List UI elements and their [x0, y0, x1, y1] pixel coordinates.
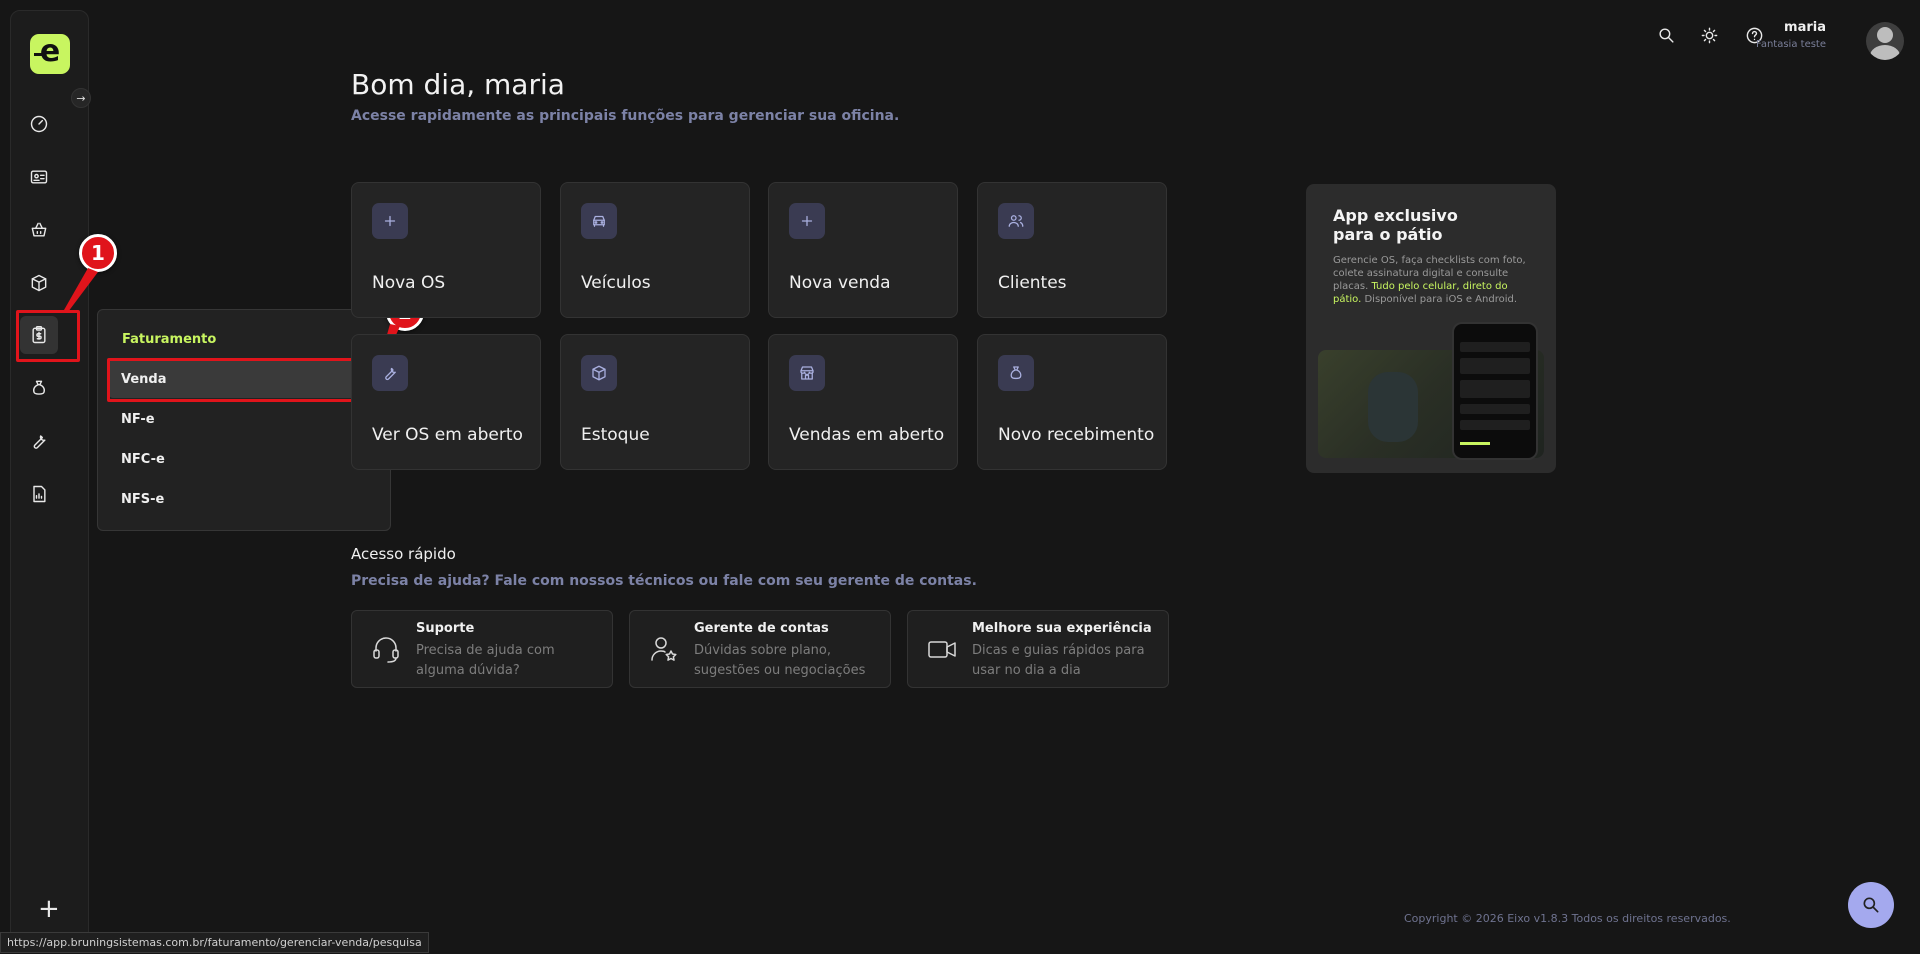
id-card-icon[interactable]	[20, 158, 58, 196]
users-icon	[998, 203, 1034, 239]
quick-access-item-title: Suporte	[416, 621, 475, 636]
card-label: Nova venda	[789, 273, 891, 293]
quick-access-suporte[interactable]: Suporte Precisa de ajuda com alguma dúvi…	[351, 610, 613, 688]
quick-access-item-desc: Precisa de ajuda com alguma dúvida?	[416, 643, 555, 678]
card-label: Ver OS em aberto	[372, 425, 523, 445]
plus-icon	[372, 203, 408, 239]
flyout-item-nfse[interactable]: NFS-e	[109, 480, 379, 518]
card-ver-os-em-aberto[interactable]: Ver OS em aberto	[351, 334, 541, 470]
quick-access-item-desc: Dicas e guias rápidos para usar no dia a…	[972, 643, 1145, 678]
card-label: Novo recebimento	[998, 425, 1155, 445]
user-company: Fantasia teste	[1756, 39, 1826, 50]
report-icon[interactable]	[20, 475, 58, 513]
flyout-header: Faturamento	[122, 332, 217, 347]
wrench-icon[interactable]	[20, 422, 58, 460]
store-icon	[789, 355, 825, 391]
footer-copyright: Copyright © 2026 Eixo v1.8.3 Todos os di…	[1404, 912, 1731, 925]
basket-icon[interactable]	[20, 211, 58, 249]
car-icon	[581, 203, 617, 239]
step2-highlight	[107, 358, 384, 402]
expand-sidebar-button[interactable]: →	[71, 88, 91, 108]
dashboard-icon[interactable]	[20, 105, 58, 143]
card-nova-venda[interactable]: Nova venda	[768, 182, 958, 318]
flyout-item-nfe[interactable]: NF-e	[109, 400, 379, 438]
card-novo-recebimento[interactable]: Novo recebimento	[977, 334, 1167, 470]
eixo-logo[interactable]: e	[30, 34, 70, 74]
flyout-item-nfce[interactable]: NFC-e	[109, 440, 379, 478]
box-icon	[581, 355, 617, 391]
money-bag-icon	[998, 355, 1034, 391]
quick-access-title: Acesso rápido	[351, 545, 456, 563]
user-star-icon	[648, 633, 680, 665]
user-name[interactable]: maria	[1784, 20, 1826, 35]
quick-access-item-desc: Dúvidas sobre plano, sugestões ou negoci…	[694, 643, 866, 678]
card-nova-os[interactable]: Nova OS	[351, 182, 541, 318]
page-subtitle: Acesse rapidamente as principais funções…	[351, 108, 900, 124]
page-title: Bom dia, maria	[351, 68, 565, 101]
quick-access-gerente[interactable]: Gerente de contas Dúvidas sobre plano, s…	[629, 610, 891, 688]
search-icon[interactable]	[1655, 24, 1677, 46]
card-estoque[interactable]: Estoque	[560, 334, 750, 470]
search-fab-button[interactable]	[1848, 882, 1894, 928]
card-clientes[interactable]: Clientes	[977, 182, 1167, 318]
card-label: Vendas em aberto	[789, 425, 945, 445]
phone-mockup	[1452, 322, 1538, 460]
quick-access-item-title: Melhore sua experiência	[972, 621, 1152, 636]
box-icon[interactable]	[20, 264, 58, 302]
status-bar-url: https://app.bruningsistemas.com.br/fatur…	[0, 932, 429, 953]
step1-highlight	[16, 310, 80, 362]
headset-icon	[370, 633, 402, 665]
billing-flyout-menu: Faturamento Venda NF-e NFC-e NFS-e	[97, 309, 391, 531]
quick-access-experiencia[interactable]: Melhore sua experiência Dicas e guias rá…	[907, 610, 1169, 688]
theme-sun-icon[interactable]	[1698, 24, 1720, 46]
quick-access-subtitle: Precisa de ajuda? Fale com nossos técnic…	[351, 573, 977, 589]
quick-access-item-title: Gerente de contas	[694, 621, 829, 636]
video-icon	[926, 633, 958, 665]
card-label: Clientes	[998, 273, 1067, 293]
card-veiculos[interactable]: Veículos	[560, 182, 750, 318]
card-label: Estoque	[581, 425, 650, 445]
wrench-icon	[372, 355, 408, 391]
add-icon[interactable]: +	[38, 896, 60, 922]
app-promo-card[interactable]: App exclusivo para o pátio Gerencie OS, …	[1306, 184, 1556, 473]
promo-text: Gerencie OS, faça checklists com foto, c…	[1333, 255, 1526, 305]
card-label: Nova OS	[372, 273, 446, 293]
card-label: Veículos	[581, 273, 651, 293]
promo-title: App exclusivo para o pátio	[1333, 206, 1458, 245]
avatar[interactable]	[1866, 22, 1904, 60]
money-bag-icon[interactable]	[20, 369, 58, 407]
plus-icon	[789, 203, 825, 239]
card-vendas-em-aberto[interactable]: Vendas em aberto	[768, 334, 958, 470]
